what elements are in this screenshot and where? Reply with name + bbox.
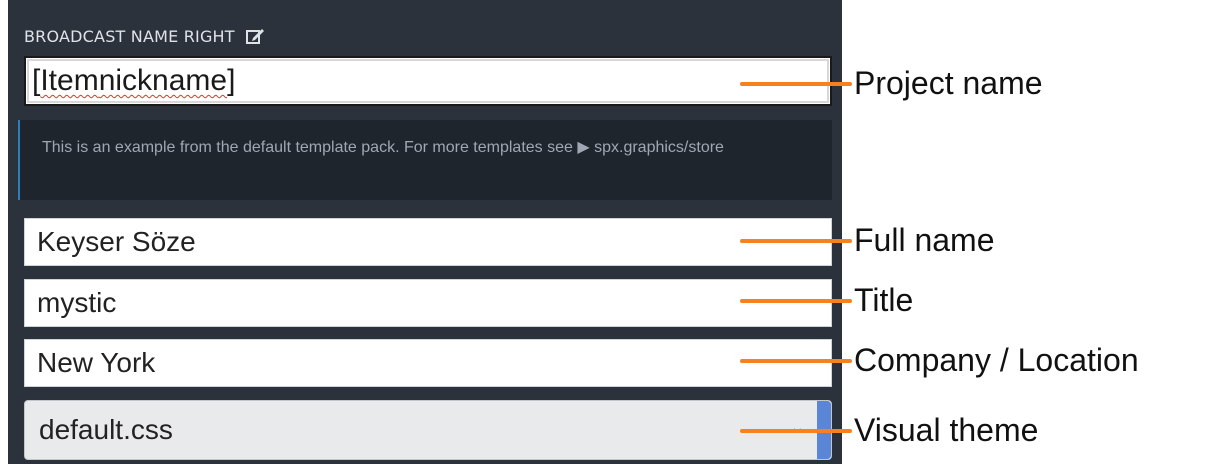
project-name-word-item: Item	[40, 64, 99, 97]
annotation-line	[740, 238, 852, 243]
visual-theme-value: default.css	[39, 414, 173, 445]
project-name-input[interactable]: [ Item nickname ]	[24, 56, 832, 106]
annotation-title: Title	[740, 282, 913, 319]
annotation-project-name: Project name	[740, 65, 1043, 102]
project-name-prefix: [	[32, 64, 41, 97]
annotation-label: Full name	[854, 222, 995, 258]
title-input[interactable]: mystic	[24, 279, 832, 327]
project-name-word-nickname: nickname	[98, 64, 228, 97]
template-header: BROADCAST NAME RIGHT	[24, 26, 265, 46]
annotation-line	[740, 428, 852, 433]
full-name-input[interactable]: Keyser Söze	[24, 218, 832, 266]
visual-theme-select[interactable]: default.css ⌄	[24, 400, 832, 460]
annotation-label: Project name	[854, 65, 1043, 101]
project-name-suffix: ]	[227, 64, 236, 97]
annotation-label: Company / Location	[854, 342, 1139, 378]
annotation-line	[740, 81, 852, 86]
edit-icon[interactable]	[245, 26, 265, 46]
template-panel: BROADCAST NAME RIGHT [ Item nickname ] T…	[8, 0, 842, 464]
annotation-company-location: Company / Location	[740, 342, 1139, 379]
full-name-value: Keyser Söze	[37, 226, 196, 257]
annotation-line	[740, 298, 852, 303]
title-value: mystic	[37, 287, 117, 318]
annotation-line	[740, 358, 852, 363]
template-info-note: This is an example from the default temp…	[18, 120, 832, 200]
annotation-label: Title	[854, 282, 914, 318]
annotation-visual-theme: Visual theme	[740, 412, 1038, 449]
company-location-value: New York	[37, 347, 156, 378]
annotation-full-name: Full name	[740, 222, 995, 259]
company-location-input[interactable]: New York	[24, 339, 832, 387]
annotation-label: Visual theme	[854, 412, 1039, 448]
template-title: BROADCAST NAME RIGHT	[24, 26, 235, 46]
